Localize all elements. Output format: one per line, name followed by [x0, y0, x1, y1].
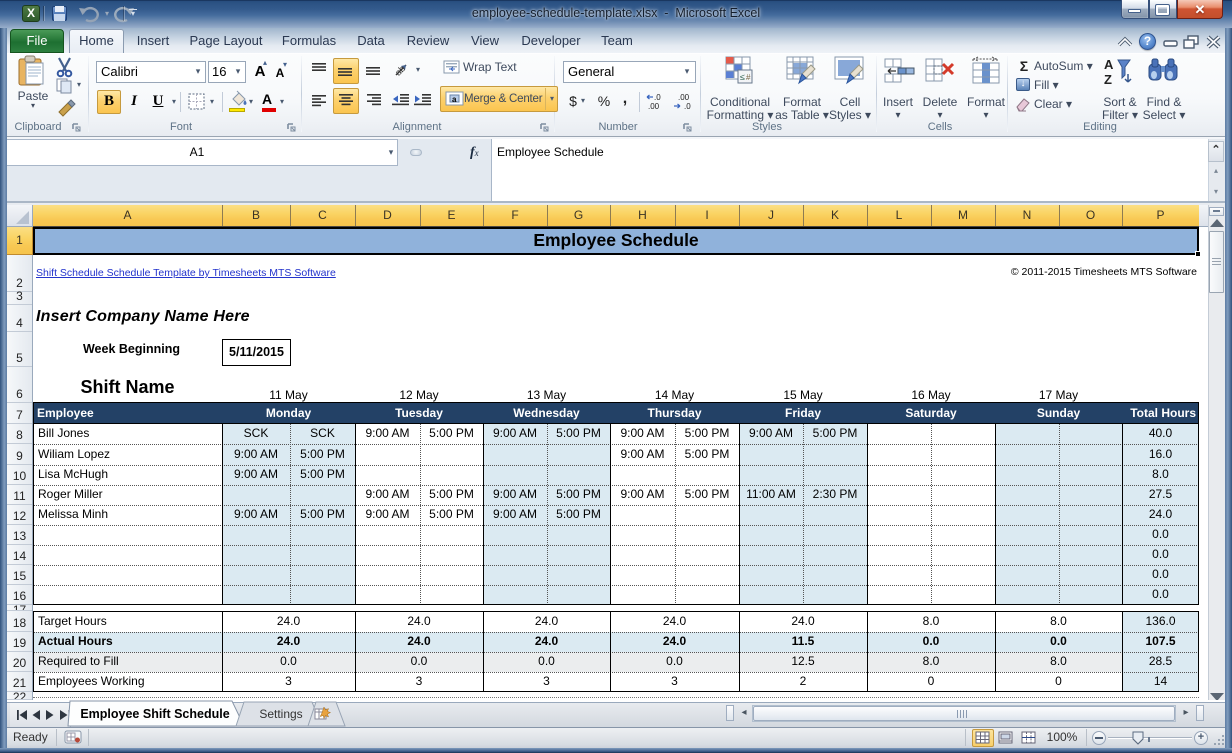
svg-text:≤: ≤ — [740, 72, 745, 82]
svg-text:#: # — [746, 73, 751, 82]
svg-text:a: a — [452, 95, 457, 104]
svg-text:A: A — [1104, 57, 1114, 72]
svg-text:Z: Z — [1104, 72, 1112, 87]
svg-text:.0: .0 — [654, 93, 661, 102]
svg-text:.00: .00 — [678, 93, 690, 102]
svg-text:.00: .00 — [648, 102, 660, 111]
